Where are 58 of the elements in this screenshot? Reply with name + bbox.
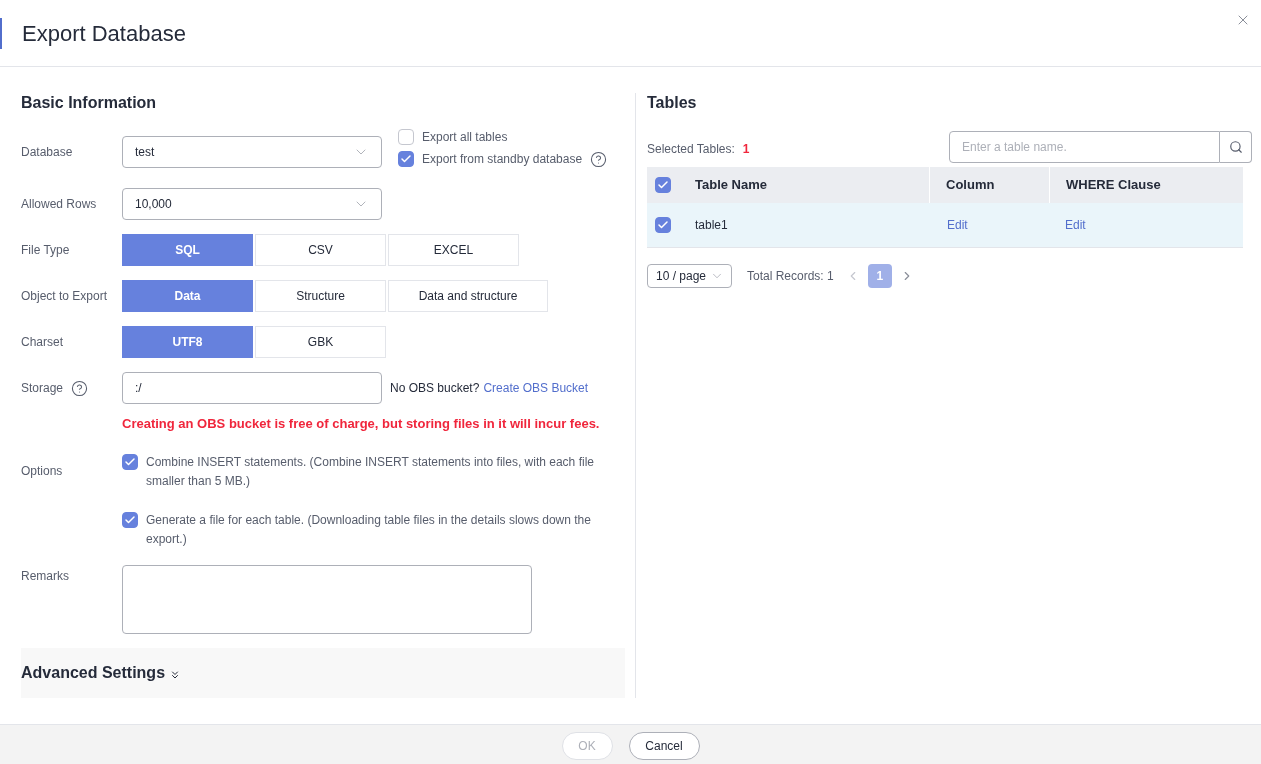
segment-option[interactable]: Data <box>122 280 253 312</box>
dialog-title: Export Database <box>22 19 186 48</box>
create-bucket-link[interactable]: Create OBS Bucket <box>483 379 589 397</box>
edit-link[interactable]: Edit <box>947 218 968 232</box>
checkbox[interactable] <box>122 454 138 470</box>
column-header: Column <box>946 176 995 195</box>
storage-field[interactable]: :/ <box>122 372 382 404</box>
check-icon <box>400 153 412 165</box>
checkbox[interactable] <box>655 177 671 193</box>
storage-note: No OBS bucket? <box>390 380 480 397</box>
check-icon <box>657 219 669 231</box>
section-heading: Basic Information <box>21 93 158 113</box>
total-records: Total Records: 1 <box>747 268 834 285</box>
segment-option[interactable]: CSV <box>255 234 386 266</box>
column-header: WHERE Clause <box>1066 176 1161 195</box>
option-text: Generate a file for each table. (Downloading table files in the details slows down the export.) <box>146 512 592 548</box>
checkbox[interactable] <box>655 217 671 233</box>
selected-count: 1 <box>742 141 750 158</box>
field-label: File Type <box>21 242 70 259</box>
field-label: Storage <box>21 380 64 397</box>
page-size-select[interactable]: 10 / page <box>647 264 732 288</box>
help-icon[interactable] <box>590 150 608 168</box>
segment-option[interactable]: GBK <box>255 326 386 358</box>
checkbox-label: Export from standby database <box>422 151 583 168</box>
option-text: Combine INSERT statements. (Combine INSERT statements into files, with each file smaller than 5 MB.) <box>146 454 595 490</box>
help-icon[interactable] <box>71 379 89 397</box>
selected-tables-label: Selected Tables: <box>647 141 735 158</box>
check-icon <box>657 179 669 191</box>
field-label: Allowed Rows <box>21 196 97 213</box>
field-label: Database <box>21 144 73 161</box>
check-icon <box>124 456 136 468</box>
remarks-field[interactable] <box>122 565 532 634</box>
field-label: Object to Export <box>21 288 108 305</box>
fee-warning: Creating an OBS bucket is free of charge, but storing files in it will incur fees. <box>122 416 600 431</box>
segment-option[interactable]: EXCEL <box>388 234 519 266</box>
search-button[interactable] <box>1220 131 1252 163</box>
table-cell: table1 <box>695 218 728 232</box>
segment-option[interactable]: UTF8 <box>122 326 253 358</box>
cancel-button[interactable]: Cancel <box>628 731 700 760</box>
field-label: Charset <box>21 334 64 351</box>
checkbox-label: Export all tables <box>422 129 508 146</box>
edit-link[interactable]: Edit <box>1065 218 1086 232</box>
segment-option[interactable]: Data and structure <box>388 280 548 312</box>
segment-option[interactable]: SQL <box>122 234 253 266</box>
advanced-settings-panel[interactable]: Advanced Settings <box>21 648 625 698</box>
field-label: Remarks <box>21 569 69 583</box>
field-label: Options <box>21 464 63 478</box>
checkbox[interactable] <box>398 151 414 167</box>
segment-option[interactable]: Structure <box>255 280 386 312</box>
select-field[interactable]: test <box>122 136 382 168</box>
select-field[interactable]: 10,000 <box>122 188 382 220</box>
checkbox[interactable] <box>122 512 138 528</box>
column-header: Table Name <box>695 177 767 193</box>
table-search-field[interactable]: Enter a table name. <box>949 131 1220 163</box>
checkbox[interactable] <box>398 129 414 145</box>
search-icon <box>1228 140 1243 154</box>
check-icon <box>124 514 136 526</box>
section-heading: Tables <box>647 93 698 113</box>
